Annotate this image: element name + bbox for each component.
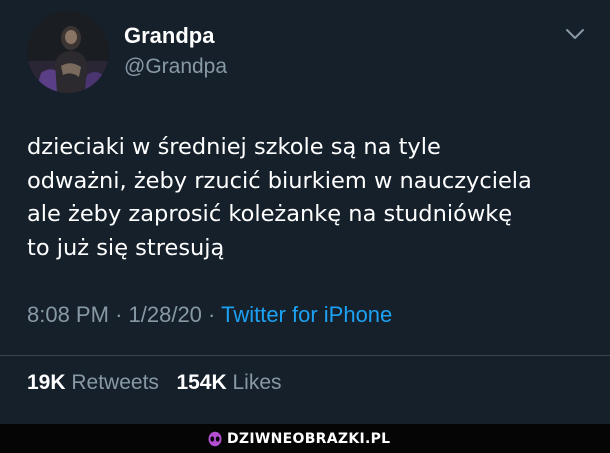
likes-label: Likes	[232, 371, 282, 394]
tweet-text-line: dzieciaki w średniej szkole są na tyle	[27, 134, 441, 160]
likes-stat[interactable]: 154K Likes	[176, 371, 281, 394]
retweets-count: 19K	[27, 371, 66, 394]
likes-count: 154K	[176, 371, 227, 394]
retweets-label: Retweets	[71, 371, 159, 394]
tweet-time[interactable]: 8:08 PM	[27, 302, 109, 327]
tweet-card: Grandpa @Grandpa dzieciaki w średniej sz…	[0, 0, 610, 424]
tweet-text-line: ale żeby zaprosić koleżankę na studniówk…	[27, 201, 513, 227]
divider	[0, 355, 610, 356]
user-handle[interactable]: @Grandpa	[124, 55, 227, 79]
display-name[interactable]: Grandpa	[124, 23, 214, 49]
retweets-stat[interactable]: 19K Retweets	[27, 371, 159, 394]
chevron-down-icon[interactable]	[562, 24, 588, 44]
tweet-text-line: to już się stresują	[27, 234, 225, 261]
tweet-stats: 19K Retweets 154K Likes	[27, 369, 282, 397]
tweet-date[interactable]: 1/28/20	[129, 302, 202, 327]
watermark: DZIWNEOBRAZKI.PL	[207, 430, 390, 448]
meta-separator: ·	[115, 302, 123, 327]
tweet-text: dzieciaki w średniej szkole są na tyle o…	[27, 131, 587, 265]
watermark-text: DZIWNEOBRAZKI.PL	[227, 431, 391, 447]
meta-separator: ·	[208, 302, 216, 327]
profile-photo-icon	[27, 11, 109, 93]
tweet-meta: 8:08 PM · 1/28/20 · Twitter for iPhone	[27, 301, 392, 329]
tweet-text-line: odważni, żeby rzucić biurkiem w nauczyci…	[27, 167, 532, 194]
alien-head-icon	[208, 431, 222, 447]
page: Grandpa @Grandpa dzieciaki w średniej sz…	[0, 0, 610, 453]
tweet-source-link[interactable]: Twitter for iPhone	[221, 302, 392, 327]
avatar[interactable]	[27, 11, 109, 93]
